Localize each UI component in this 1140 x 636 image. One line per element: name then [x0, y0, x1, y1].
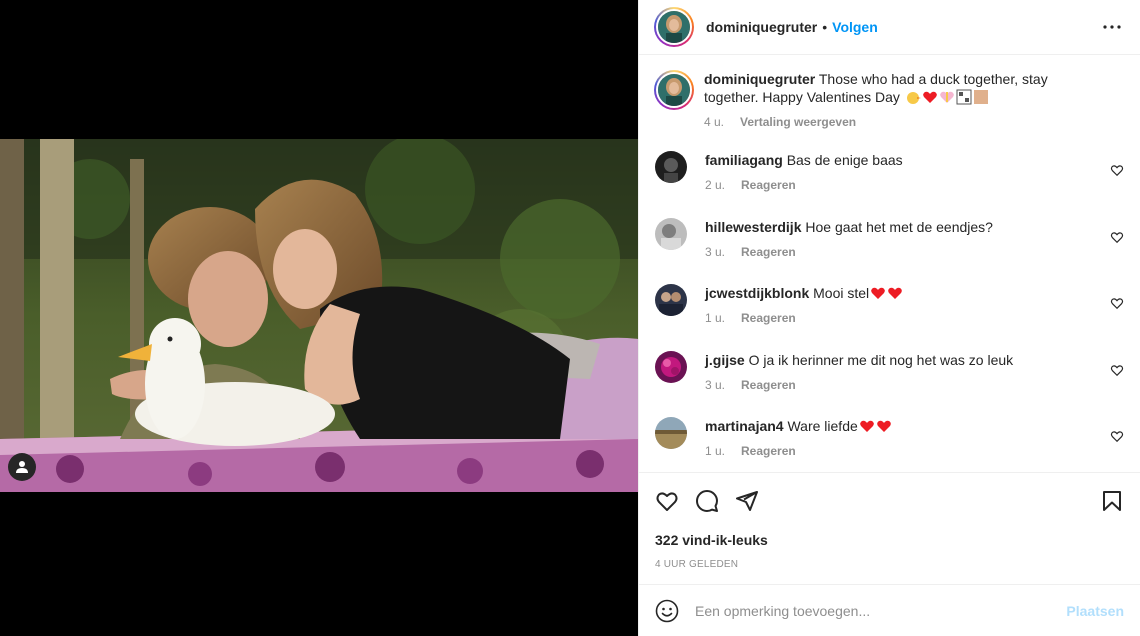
- comment-username[interactable]: familiagang: [705, 152, 783, 168]
- comment-time: 2 u.: [705, 178, 726, 192]
- author-avatar[interactable]: [654, 7, 694, 47]
- commenter-avatar-image: [655, 417, 687, 449]
- commenter-avatar[interactable]: [655, 217, 687, 250]
- heart-icon: [656, 492, 678, 511]
- red-heart-emoji-icon: [888, 287, 902, 299]
- comment-like-heart-icon[interactable]: [1110, 163, 1124, 177]
- red-heart-emoji-icon: [922, 91, 937, 103]
- share-button[interactable]: [735, 489, 759, 513]
- comment-username[interactable]: j.gijse: [705, 352, 745, 368]
- red-heart-emoji-icon: [859, 420, 874, 432]
- comment-text: Bas de enige baas: [786, 152, 903, 168]
- caption-row: dominiquegruter Those who had a duck tog…: [654, 56, 1124, 151]
- smiley-icon[interactable]: [655, 599, 679, 623]
- caption-username[interactable]: dominiquegruter: [704, 71, 815, 87]
- red-heart-emoji-icon: [876, 420, 891, 432]
- post-header: dominiquegruter • Volgen: [639, 0, 1140, 55]
- red-heart-emoji-icon: [871, 287, 885, 299]
- post-photo[interactable]: [0, 139, 638, 492]
- caption-author-avatar[interactable]: [654, 70, 694, 110]
- comment-username[interactable]: martinajan4: [705, 418, 784, 434]
- commenter-avatar-image: [655, 151, 687, 183]
- comment-body: jcwestdijkblonk Mooi stel 1 u. Reageren: [705, 284, 1065, 351]
- commenter-avatar[interactable]: [655, 417, 687, 449]
- reply-button[interactable]: Reageren: [741, 243, 796, 261]
- comment-row: j.gijse O ja ik herinner me dit nog het …: [655, 350, 1124, 418]
- comment-row: martinajan4 Ware liefde 1 u. Reageren: [655, 417, 1124, 472]
- duckling-emoji-icon: [906, 92, 921, 104]
- separator-dot: •: [822, 19, 828, 35]
- comment-body: hillewesterdijk Hoe gaat het met de eend…: [705, 218, 1065, 285]
- reply-button[interactable]: Reageren: [741, 309, 796, 327]
- comment-button[interactable]: [695, 489, 719, 513]
- caption-avatar-image: [658, 74, 690, 106]
- comment-like-heart-icon[interactable]: [1110, 363, 1124, 377]
- add-comment-bar: Plaatsen: [639, 584, 1140, 636]
- commenter-avatar-image: [655, 350, 687, 383]
- comment-body: martinajan4 Ware liefde 1 u. Reageren: [705, 417, 1065, 472]
- comment-row: familiagang Bas de enige baas 2 u. Reage…: [655, 151, 1124, 218]
- missing-glyph-emoji-icon: [956, 89, 972, 105]
- comment-like-heart-icon[interactable]: [1110, 230, 1124, 244]
- comment-input[interactable]: [695, 602, 1067, 619]
- comment-icon: [696, 490, 718, 512]
- caption-time: 4 u.: [704, 115, 725, 129]
- more-horizontal-icon: [1103, 25, 1121, 29]
- reply-button[interactable]: Reageren: [741, 176, 796, 194]
- comment-text: Hoe gaat het met de eendjes?: [805, 218, 993, 235]
- translate-link[interactable]: Vertaling weergeven: [740, 113, 856, 131]
- commenter-avatar-image: [655, 217, 687, 250]
- gift-heart-emoji-icon: [939, 91, 954, 103]
- save-button[interactable]: [1100, 489, 1124, 513]
- reply-button[interactable]: Reageren: [741, 442, 796, 460]
- comment-row: hillewesterdijk Hoe gaat het met de eend…: [655, 217, 1124, 285]
- post-media: [0, 0, 638, 636]
- bookmark-icon: [1103, 491, 1121, 511]
- comment-time: 3 u.: [705, 377, 726, 392]
- comment-body: familiagang Bas de enige baas 2 u. Reage…: [705, 151, 1065, 218]
- author-username[interactable]: dominiquegruter: [706, 19, 817, 35]
- comments-list[interactable]: dominiquegruter Those who had a duck tog…: [639, 56, 1140, 472]
- tagged-users-button[interactable]: [8, 453, 36, 481]
- comment-body: j.gijse O ja ik herinner me dit nog het …: [705, 351, 1065, 418]
- commenter-avatar[interactable]: [655, 151, 687, 183]
- comment-row: jcwestdijkblonk Mooi stel 1 u. Reageren: [655, 284, 1124, 351]
- comment-time: 3 u.: [705, 244, 726, 259]
- reply-button[interactable]: Reageren: [741, 376, 796, 394]
- comment-text: O ja ik herinner me dit nog het was zo l…: [748, 351, 1014, 368]
- like-button[interactable]: [655, 489, 679, 513]
- commenter-avatar-image: [655, 284, 687, 316]
- likes-count[interactable]: 322 vind-ik-leuks: [655, 532, 1124, 548]
- comment-text: Ware liefde: [787, 418, 858, 434]
- caption-text-block: dominiquegruter Those who had a duck tog…: [704, 70, 1064, 151]
- more-options-button[interactable]: [1100, 15, 1124, 39]
- author-avatar-image: [658, 11, 690, 43]
- follow-button[interactable]: Volgen: [832, 19, 878, 35]
- skin-tone-emoji-icon: [973, 90, 988, 104]
- comment-time: 1 u.: [705, 444, 726, 458]
- comment-text: Mooi stel: [813, 285, 870, 301]
- comment-like-heart-icon[interactable]: [1110, 429, 1124, 443]
- post-side-panel: dominiquegruter • Volgen dominiquegruter…: [638, 0, 1140, 636]
- post-timestamp[interactable]: 4 UUR GELEDEN: [655, 559, 1124, 570]
- paper-plane-icon: [736, 491, 758, 511]
- commenter-avatar[interactable]: [655, 284, 687, 316]
- commenter-avatar[interactable]: [655, 350, 687, 383]
- post-comment-button[interactable]: Plaatsen: [1066, 603, 1124, 619]
- comment-username[interactable]: jcwestdijkblonk: [705, 285, 809, 301]
- comment-username[interactable]: hillewesterdijk: [705, 219, 801, 235]
- action-icons-bar: [655, 473, 1124, 529]
- couple-with-duck-image: [0, 139, 638, 492]
- comment-like-heart-icon[interactable]: [1110, 296, 1124, 310]
- user-tag-icon: [16, 461, 28, 473]
- comment-time: 1 u.: [705, 311, 726, 325]
- post-modal: dominiquegruter • Volgen dominiquegruter…: [0, 0, 1140, 636]
- post-actions: 322 vind-ik-leuks 4 UUR GELEDEN: [639, 472, 1140, 570]
